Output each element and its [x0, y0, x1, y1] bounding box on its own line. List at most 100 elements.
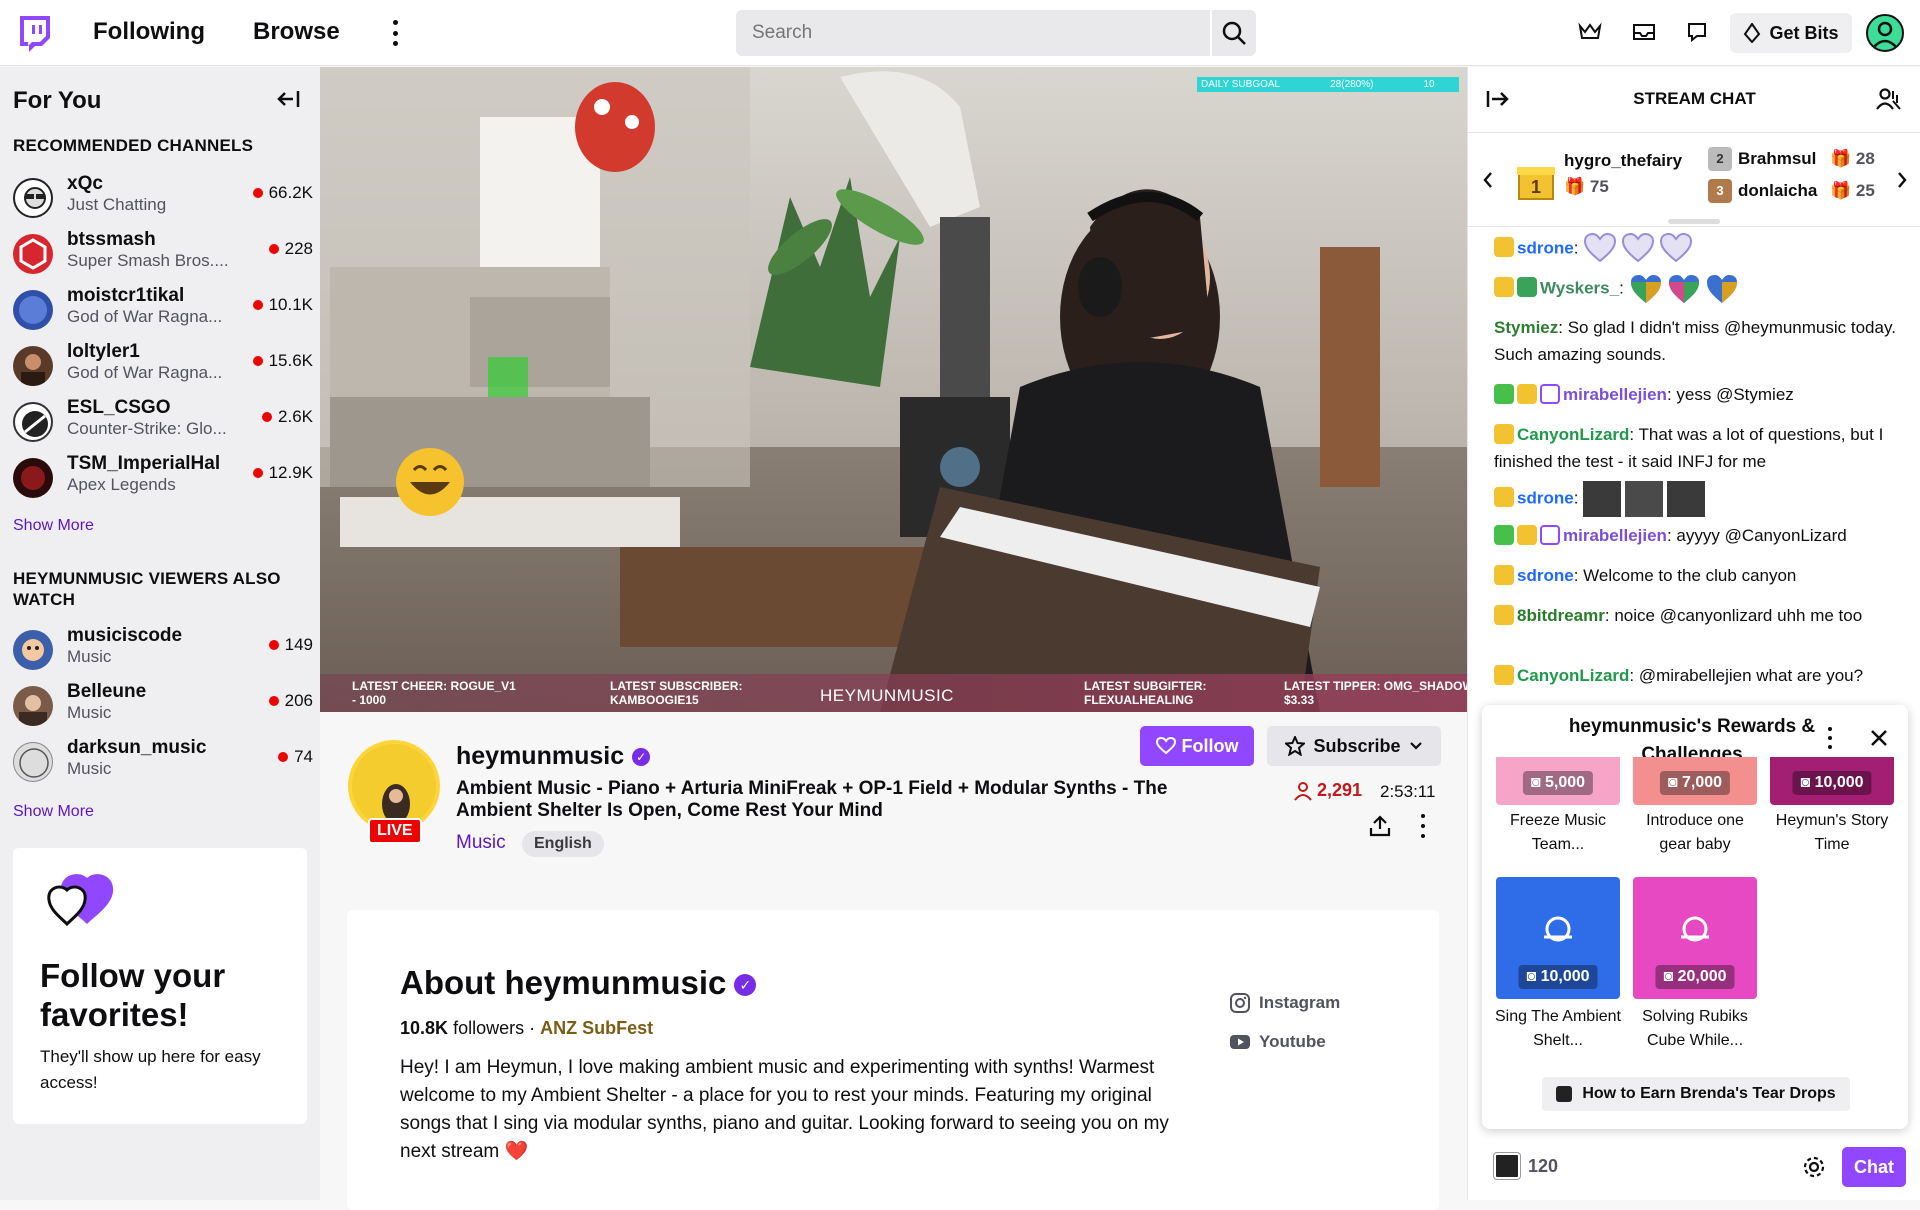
latest-cheer: LATEST CHEER: ROGUE_V1 - 1000	[352, 679, 516, 707]
channel-game: Just Chatting	[67, 195, 167, 214]
chat-username[interactable]: mirabellejien	[1563, 526, 1667, 545]
reward-tile[interactable]: ◙ 5,000	[1496, 757, 1620, 805]
heart-icon	[1155, 737, 1176, 755]
language-tag[interactable]: English	[522, 831, 604, 857]
sidebar-channel[interactable]: Belleune Music 206	[13, 679, 313, 735]
category-link[interactable]: Music	[456, 832, 506, 854]
channel-name[interactable]: heymunmusic ✓	[456, 742, 651, 771]
chat-username[interactable]: Wyskers_	[1540, 278, 1619, 297]
instagram-icon	[1230, 993, 1250, 1013]
chat-username[interactable]: CanyonLizard	[1517, 666, 1629, 685]
user-avatar[interactable]	[1866, 14, 1904, 52]
sidebar-channel[interactable]: musiciscode Music 149	[13, 623, 313, 679]
rank-3-icon: 3	[1708, 179, 1732, 203]
close-icon[interactable]	[1870, 729, 1888, 752]
rewards-more-icon[interactable]	[1826, 727, 1834, 749]
share-icon[interactable]	[1368, 814, 1392, 843]
sidebar-channel[interactable]: loltyler1 God of War Ragna... 15.6K	[13, 339, 313, 395]
community-icon[interactable]	[1876, 87, 1902, 116]
reward-icon	[1681, 916, 1709, 942]
channel-game: Music	[67, 647, 112, 666]
chat-username[interactable]: sdrone	[1517, 488, 1574, 507]
chat-username[interactable]: CanyonLizard	[1517, 425, 1629, 444]
reward-cost: ◙ 5,000	[1522, 771, 1594, 795]
reward-tile[interactable]: ◙ 10,000	[1770, 757, 1894, 805]
follow-card-title: Follow your favorites!	[40, 957, 226, 1033]
reward-icon	[1544, 916, 1572, 942]
badge-icon	[1494, 665, 1514, 685]
reward-tile[interactable]: ◙ 20,000	[1633, 877, 1757, 999]
badge-icon	[1494, 525, 1514, 545]
twitch-logo-icon[interactable]	[16, 14, 52, 54]
sidebar-channel[interactable]: ESL_CSGO Counter-Strike: Glo... 2.6K	[13, 395, 313, 451]
get-bits-button[interactable]: Get Bits	[1730, 13, 1852, 53]
team-link[interactable]: ANZ SubFest	[540, 1018, 653, 1038]
reward-tile[interactable]: ◙ 10,000	[1496, 877, 1620, 999]
inbox-icon[interactable]	[1630, 18, 1658, 46]
channel-game: Counter-Strike: Glo...	[67, 419, 227, 438]
channel-points[interactable]: 120	[1493, 1152, 1558, 1180]
search-input[interactable]	[736, 10, 1210, 56]
sidebar-channel[interactable]: TSM_ImperialHal Apex Legends 12.9K	[13, 451, 313, 507]
chat-message: sdrone:	[1494, 232, 1904, 265]
chat-username[interactable]: sdrone	[1517, 566, 1574, 585]
viewer-count: 74	[278, 747, 313, 767]
reward-tile[interactable]: ◙ 7,000	[1633, 757, 1757, 805]
overlay-ticker: LATEST CHEER: ROGUE_V1 - 1000 LATEST SUB…	[320, 674, 1467, 712]
rank-2-icon: 2	[1708, 147, 1732, 171]
badge-icon	[1494, 424, 1514, 444]
chat-message: 8bitdreamr: noice @canyonlizard uhh me t…	[1494, 602, 1904, 629]
more-menu-icon[interactable]	[388, 20, 402, 46]
chat-username[interactable]: sdrone	[1517, 238, 1574, 257]
verified-icon: ✓	[734, 974, 757, 997]
reward-label: Introduce one gear baby	[1646, 812, 1744, 853]
sidebar-channel[interactable]: btssmash Super Smash Bros.... 228	[13, 227, 313, 283]
badge-icon	[1494, 487, 1514, 508]
badge-icon	[1494, 277, 1514, 298]
chat-username[interactable]: Stymiez	[1494, 318, 1558, 337]
chevron-left-icon[interactable]	[1482, 171, 1494, 194]
avatar	[13, 234, 53, 274]
rainbow-heart-emote-icon	[1629, 273, 1663, 305]
gift-count: 🎁 75	[1564, 177, 1609, 196]
sidebar-title: For You	[13, 87, 102, 114]
more-options-icon[interactable]	[1418, 814, 1428, 838]
video-player[interactable]: DAILY SUBGOAL 28(280%) 10 LATEST CHEER: …	[320, 67, 1467, 712]
show-more-also-watch[interactable]: Show More	[13, 803, 94, 821]
chat-message: CanyonLizard: @mirabellejien what are yo…	[1494, 662, 1904, 689]
channel-name: moistcr1tikal	[67, 285, 185, 306]
svg-text:1: 1	[1531, 177, 1541, 197]
youtube-link[interactable]: Youtube	[1229, 1032, 1326, 1052]
sidebar-channel[interactable]: moistcr1tikal God of War Ragna... 10.1K	[13, 283, 313, 339]
whispers-icon[interactable]	[1683, 18, 1711, 46]
sidebar-channel[interactable]: darksun_music Music 74	[13, 735, 313, 791]
top-nav: Following Browse Get Bits	[0, 0, 1920, 66]
chat-username[interactable]: mirabellejien	[1563, 385, 1667, 404]
left-sidebar: For You RECOMMENDED CHANNELS xQc Just Ch…	[0, 67, 320, 1200]
nav-following[interactable]: Following	[93, 18, 205, 46]
chevron-right-icon[interactable]	[1896, 171, 1908, 194]
crown-icon[interactable]	[1576, 18, 1604, 46]
chat-username[interactable]: 8bitdreamr	[1517, 606, 1605, 625]
follow-button[interactable]: Follow	[1140, 726, 1254, 766]
rainbow-heart-emote-icon	[1705, 273, 1739, 305]
viewer-count: 149	[268, 635, 313, 655]
settings-gear-icon[interactable]	[1802, 1155, 1826, 1184]
viewer-count: 66.2K	[252, 183, 313, 203]
search-button[interactable]	[1210, 10, 1256, 56]
show-more-recommended[interactable]: Show More	[13, 517, 94, 535]
viewer-count: 206	[268, 691, 313, 711]
photo-emote-icon	[1667, 481, 1706, 517]
how-to-earn-button[interactable]: How to Earn Brenda's Tear Drops	[1542, 1077, 1850, 1111]
person-icon	[1294, 781, 1312, 801]
sidebar-channel[interactable]: xQc Just Chatting 66.2K	[13, 171, 313, 227]
badge-icon	[1494, 565, 1514, 585]
chat-message: CanyonLizard: That was a lot of question…	[1494, 424, 1884, 471]
nav-browse[interactable]: Browse	[253, 18, 340, 46]
avatar	[13, 742, 53, 782]
avatar	[13, 630, 53, 670]
collapse-sidebar-icon[interactable]	[276, 89, 300, 115]
subscribe-button[interactable]: Subscribe	[1267, 726, 1441, 766]
chat-send-button[interactable]: Chat	[1842, 1147, 1906, 1187]
instagram-link[interactable]: Instagram	[1229, 992, 1340, 1014]
